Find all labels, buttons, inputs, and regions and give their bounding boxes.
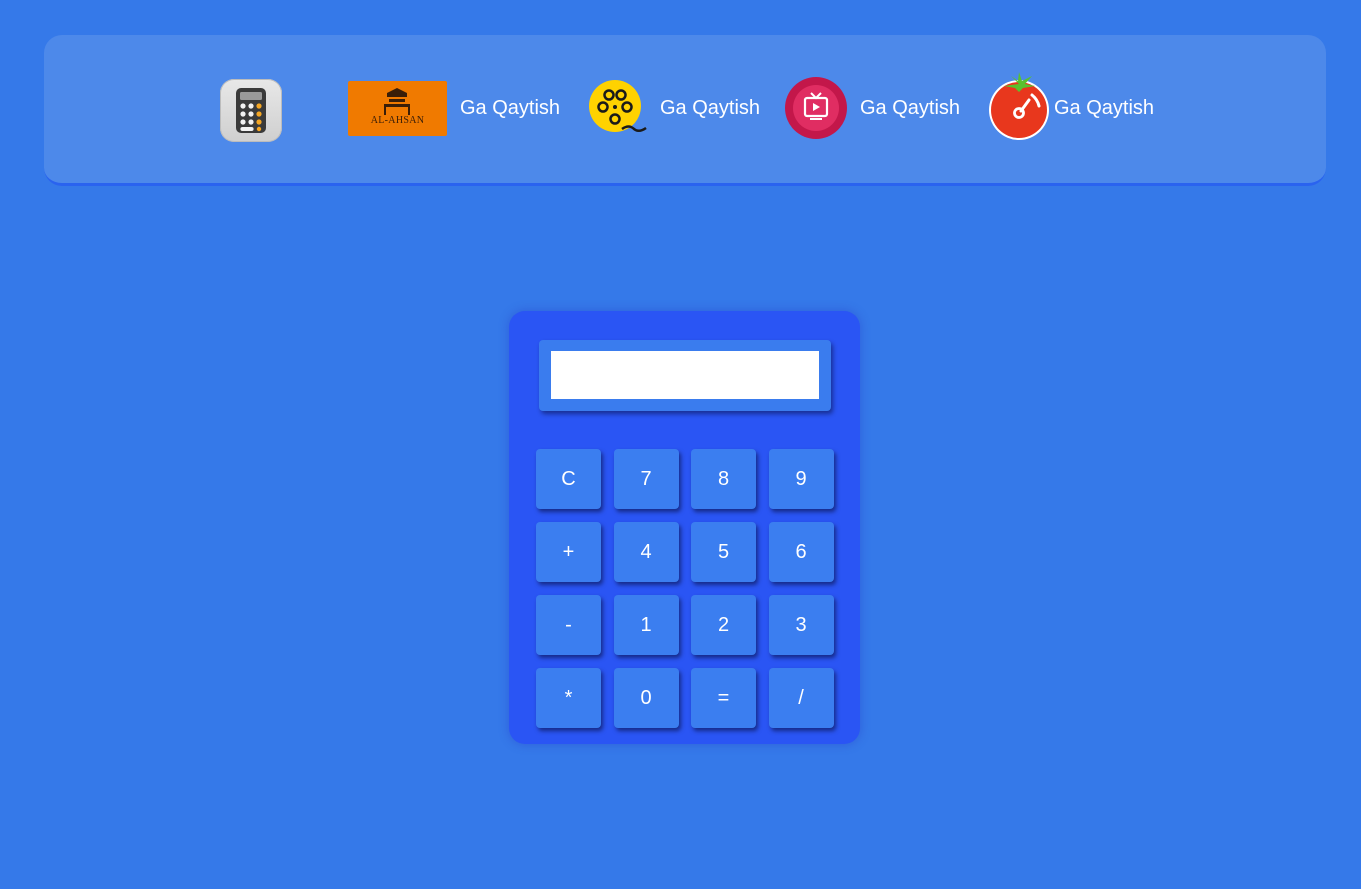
nav-link-label: Ga Qaytish — [460, 96, 561, 119]
key-7[interactable]: 7 — [613, 449, 679, 509]
keypad: C 7 8 9 + 4 5 6 - 1 2 3 * 0 = / — [536, 449, 834, 728]
tv-play-icon — [785, 77, 847, 139]
nav-link-al-ahsan[interactable]: AL-AHSAN Ga Qaytish — [348, 72, 560, 144]
calculator: C 7 8 9 + 4 5 6 - 1 2 3 * 0 = / — [509, 311, 860, 744]
display-frame — [539, 340, 831, 411]
key-3[interactable]: 3 — [768, 595, 834, 655]
key-clear[interactable]: C — [536, 449, 601, 509]
nav-link-pomodoro[interactable]: Ga Qaytish — [988, 72, 1154, 144]
nav-link-label: Ga Qaytish — [660, 96, 761, 119]
key-2[interactable]: 2 — [691, 595, 756, 655]
film-reel-icon — [589, 80, 647, 132]
key-multiply[interactable]: * — [536, 668, 601, 728]
key-6[interactable]: 6 — [768, 522, 834, 582]
calculator-app-icon[interactable] — [220, 79, 282, 142]
calculator-icon — [236, 88, 266, 133]
key-5[interactable]: 5 — [691, 522, 756, 582]
key-9[interactable]: 9 — [768, 449, 834, 509]
calculator-display[interactable] — [551, 351, 819, 399]
nav-link-films[interactable]: Ga Qaytish — [588, 72, 760, 144]
al-ahsan-logo: AL-AHSAN — [348, 80, 447, 136]
key-minus[interactable]: - — [536, 595, 601, 655]
key-4[interactable]: 4 — [613, 522, 679, 582]
key-divide[interactable]: / — [768, 668, 834, 728]
key-0[interactable]: 0 — [613, 668, 679, 728]
nav-link-label: Ga Qaytish — [1054, 96, 1155, 119]
key-plus[interactable]: + — [536, 522, 601, 582]
nav-link-label: Ga Qaytish — [860, 96, 961, 119]
key-1[interactable]: 1 — [613, 595, 679, 655]
key-equals[interactable]: = — [691, 668, 756, 728]
key-8[interactable]: 8 — [691, 449, 756, 509]
nav-link-tv[interactable]: Ga Qaytish — [784, 72, 960, 144]
tomato-timer-icon — [989, 72, 1049, 140]
al-ahsan-logo-text: AL-AHSAN — [370, 114, 425, 126]
